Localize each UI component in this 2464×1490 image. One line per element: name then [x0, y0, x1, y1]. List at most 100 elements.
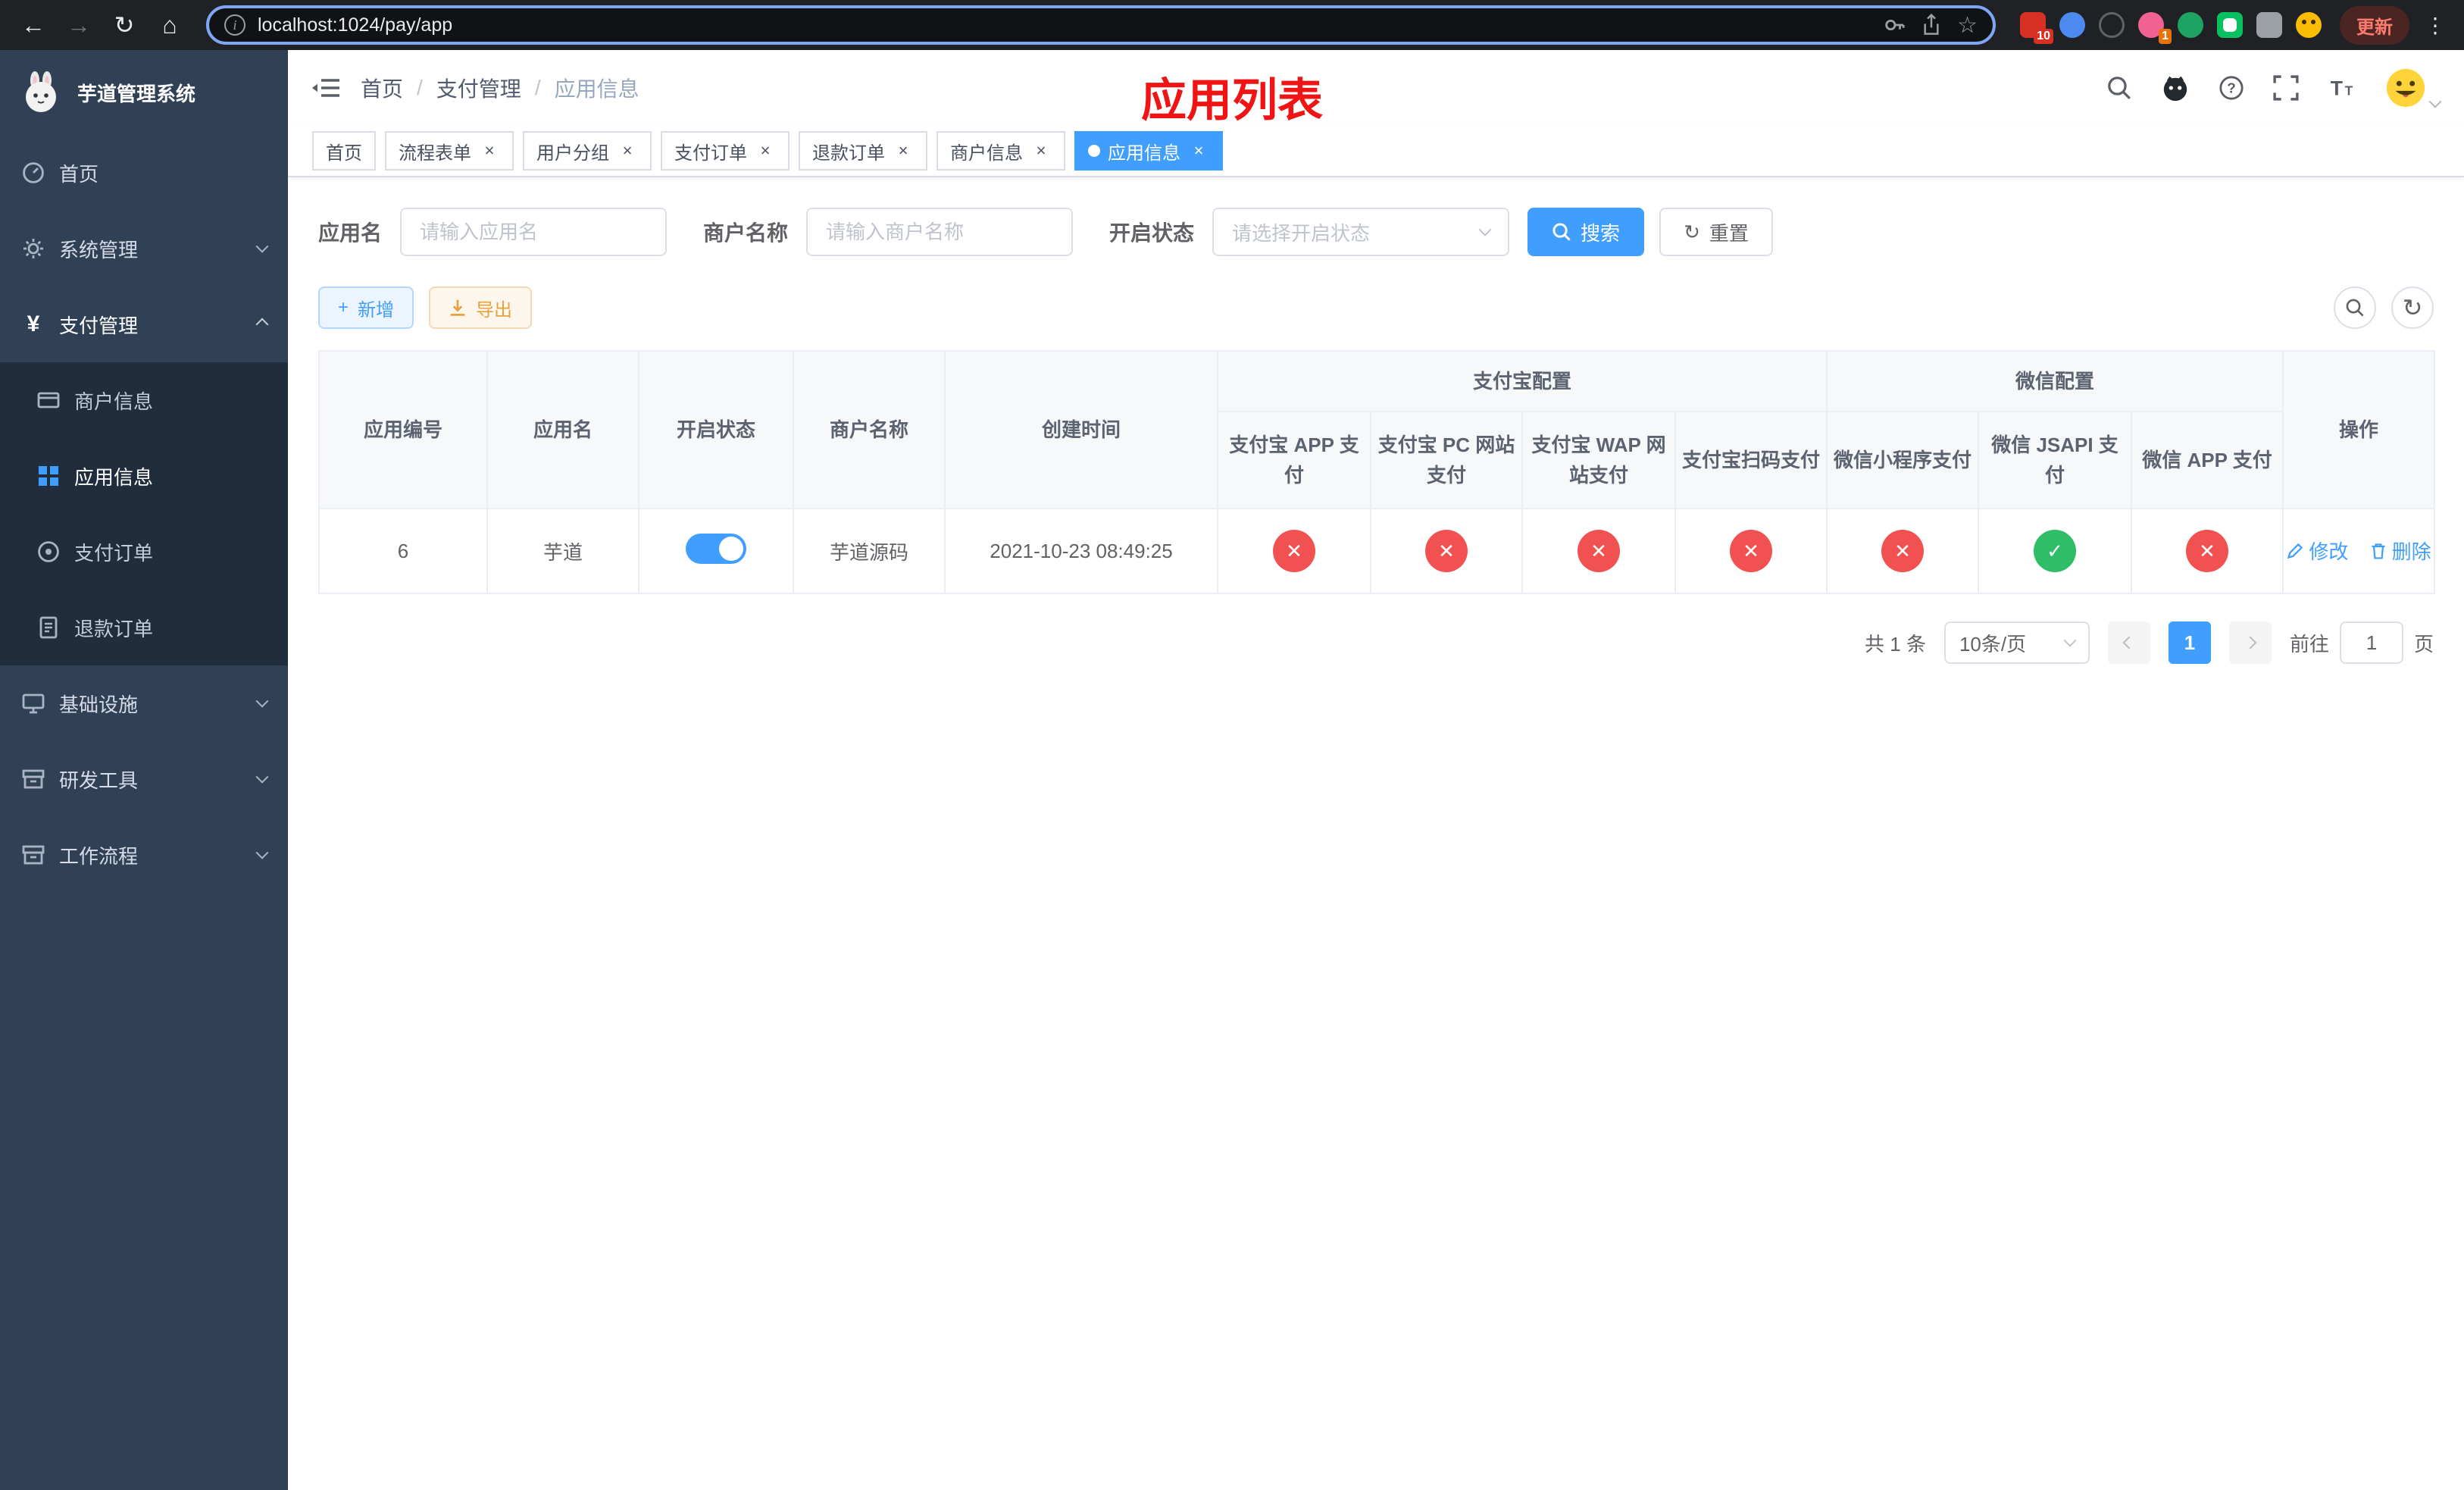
sidebar-item-dev-tools[interactable]: 研发工具 [0, 741, 288, 817]
pen-icon [2287, 543, 2303, 559]
edit-link[interactable]: 修改 [2286, 537, 2348, 565]
breadcrumb-home[interactable]: 首页 [361, 73, 403, 103]
tab-pay-order[interactable]: 支付订单 × [661, 131, 790, 171]
chrome-update-button[interactable]: 更新 [2340, 5, 2409, 45]
merchant-name-input[interactable] [806, 208, 1074, 256]
tab-process-form[interactable]: 流程表单 × [385, 131, 514, 171]
extension-icon[interactable] [2059, 12, 2085, 38]
sidebar-item-merchant-info[interactable]: 商户信息 [0, 362, 288, 438]
tab-close-icon[interactable]: × [1188, 141, 1209, 161]
font-size-icon[interactable]: TT [2328, 76, 2356, 100]
channel-status-icon: ✕ [1730, 530, 1772, 572]
address-bar[interactable]: i localhost:1024/pay/app ☆ [206, 5, 1996, 45]
show-search-toggle-button[interactable] [2334, 286, 2376, 329]
svg-text:T: T [2345, 84, 2353, 99]
total-count: 共 1 条 [1865, 632, 1926, 656]
sidebar-item-label: 商户信息 [74, 390, 154, 413]
sidebar-item-infra[interactable]: 基础设施 [0, 665, 288, 741]
status-toggle[interactable] [686, 533, 746, 564]
extension-icon[interactable] [2099, 12, 2125, 38]
url-text[interactable]: localhost:1024/pay/app [258, 14, 1871, 36]
puzzle-extension-icon[interactable] [2256, 12, 2282, 38]
tab-app-info[interactable]: 应用信息 × [1074, 131, 1223, 171]
app-name-label: 应用名 [318, 221, 383, 245]
tab-refund-order[interactable]: 退款订单 × [799, 131, 927, 171]
download-icon [450, 299, 465, 316]
sidebar-item-system[interactable]: 系统管理 [0, 211, 288, 286]
search-button[interactable]: 搜索 [1527, 208, 1645, 256]
status-select[interactable]: 请选择开启状态 [1212, 208, 1510, 256]
forward-icon[interactable]: → [58, 4, 100, 46]
extension-icon[interactable]: 1 [2138, 12, 2172, 44]
target-icon [36, 540, 61, 564]
fullscreen-icon[interactable] [2273, 75, 2299, 101]
sidebar-item-home[interactable]: 首页 [0, 135, 288, 211]
breadcrumb-payment[interactable]: 支付管理 [436, 73, 521, 103]
extension-icon[interactable]: 10 [2020, 12, 2053, 44]
sidebar-item-label: 支付管理 [59, 314, 139, 337]
extension-icon[interactable] [2178, 12, 2203, 38]
app-title: 芋道管理系统 [77, 82, 196, 105]
home-icon[interactable]: ⌂ [149, 4, 191, 46]
column-header: 商户名称 [793, 350, 946, 509]
page-number-button[interactable]: 1 [2168, 621, 2211, 664]
page-size-select[interactable]: 10条/页 [1943, 621, 2090, 664]
sidebar-item-label: 应用信息 [74, 465, 154, 489]
tab-close-icon[interactable]: × [479, 141, 500, 161]
column-header: 应用编号 [318, 350, 488, 509]
sidebar-item-pay-order[interactable]: 支付订单 [0, 514, 288, 590]
extensions-cluster: 10 1 [2020, 12, 2322, 44]
chevron-down-icon [255, 770, 269, 784]
emoji-extension-icon[interactable] [2296, 12, 2322, 38]
action-toolbar: + 新增 导出 ↻ [318, 286, 2434, 329]
tab-user-group[interactable]: 用户分组 × [523, 131, 652, 171]
sidebar-logo[interactable]: 芋道管理系统 [0, 50, 288, 135]
delete-link[interactable]: 删除 [2369, 537, 2431, 565]
hamburger-icon[interactable] [312, 76, 339, 100]
extension-icon[interactable] [2217, 12, 2243, 38]
sidebar-item-payment[interactable]: ¥ 支付管理 [0, 286, 288, 362]
tab-home[interactable]: 首页 [312, 131, 376, 171]
refresh-icon: ↻ [1684, 220, 1700, 243]
export-button[interactable]: 导出 [429, 286, 533, 329]
browser-toolbar: ← → ↻ ⌂ i localhost:1024/pay/app ☆ 10 1 … [0, 0, 2464, 50]
prev-page-button[interactable] [2107, 621, 2150, 664]
app-name-cell: 芋道 [486, 508, 639, 594]
site-info-icon[interactable]: i [224, 14, 245, 36]
sidebar-item-workflow[interactable]: 工作流程 [0, 817, 288, 893]
browser-menu-icon[interactable]: ⋮ [2419, 13, 2452, 38]
add-button[interactable]: + 新增 [318, 286, 414, 329]
column-header: 支付宝 WAP 网站支付 [1521, 411, 1676, 509]
password-key-icon[interactable] [1883, 14, 1906, 36]
tab-close-icon[interactable]: × [755, 141, 776, 161]
back-icon[interactable]: ← [12, 4, 55, 46]
github-icon[interactable] [2161, 74, 2190, 102]
tab-merchant-info[interactable]: 商户信息 × [937, 131, 1065, 171]
app-table: 应用编号 应用名 开启状态 商户名称 创建时间 支付宝配置 微信配置 操作 支付… [318, 350, 2436, 594]
sidebar-item-app-info[interactable]: 应用信息 [0, 438, 288, 514]
goto-page-input[interactable] [2339, 621, 2403, 664]
breadcrumb: 首页 / 支付管理 / 应用信息 [361, 73, 639, 103]
trash-icon [2372, 543, 2385, 559]
help-icon[interactable]: ? [2219, 75, 2244, 101]
reload-icon[interactable]: ↻ [103, 4, 145, 46]
table-row: 6 芋道 芋道源码 2021-10-23 08:49:25 ✕ ✕ ✕ ✕ ✕ … [318, 508, 2436, 594]
payment-submenu: 商户信息 应用信息 支付订单 退款订单 [0, 362, 288, 665]
user-avatar[interactable] [2385, 67, 2442, 108]
next-page-button[interactable] [2228, 621, 2272, 664]
chevron-down-icon [1478, 223, 1492, 236]
tab-close-icon[interactable]: × [617, 141, 638, 161]
refresh-table-button[interactable]: ↻ [2391, 286, 2434, 329]
sidebar-item-label: 工作流程 [59, 844, 139, 868]
reset-button[interactable]: ↻ 重置 [1659, 208, 1773, 256]
app-name-input[interactable] [400, 208, 668, 256]
sidebar-item-label: 首页 [59, 162, 99, 186]
tab-close-icon[interactable]: × [1030, 141, 1052, 161]
share-icon[interactable] [1921, 14, 1942, 36]
header-search-icon[interactable] [2106, 75, 2132, 101]
bookmark-star-icon[interactable]: ☆ [1957, 12, 1978, 39]
sidebar-item-refund-order[interactable]: 退款订单 [0, 590, 288, 665]
tab-close-icon[interactable]: × [893, 141, 914, 161]
column-header: 创建时间 [944, 350, 1218, 509]
search-icon [1553, 223, 1571, 241]
